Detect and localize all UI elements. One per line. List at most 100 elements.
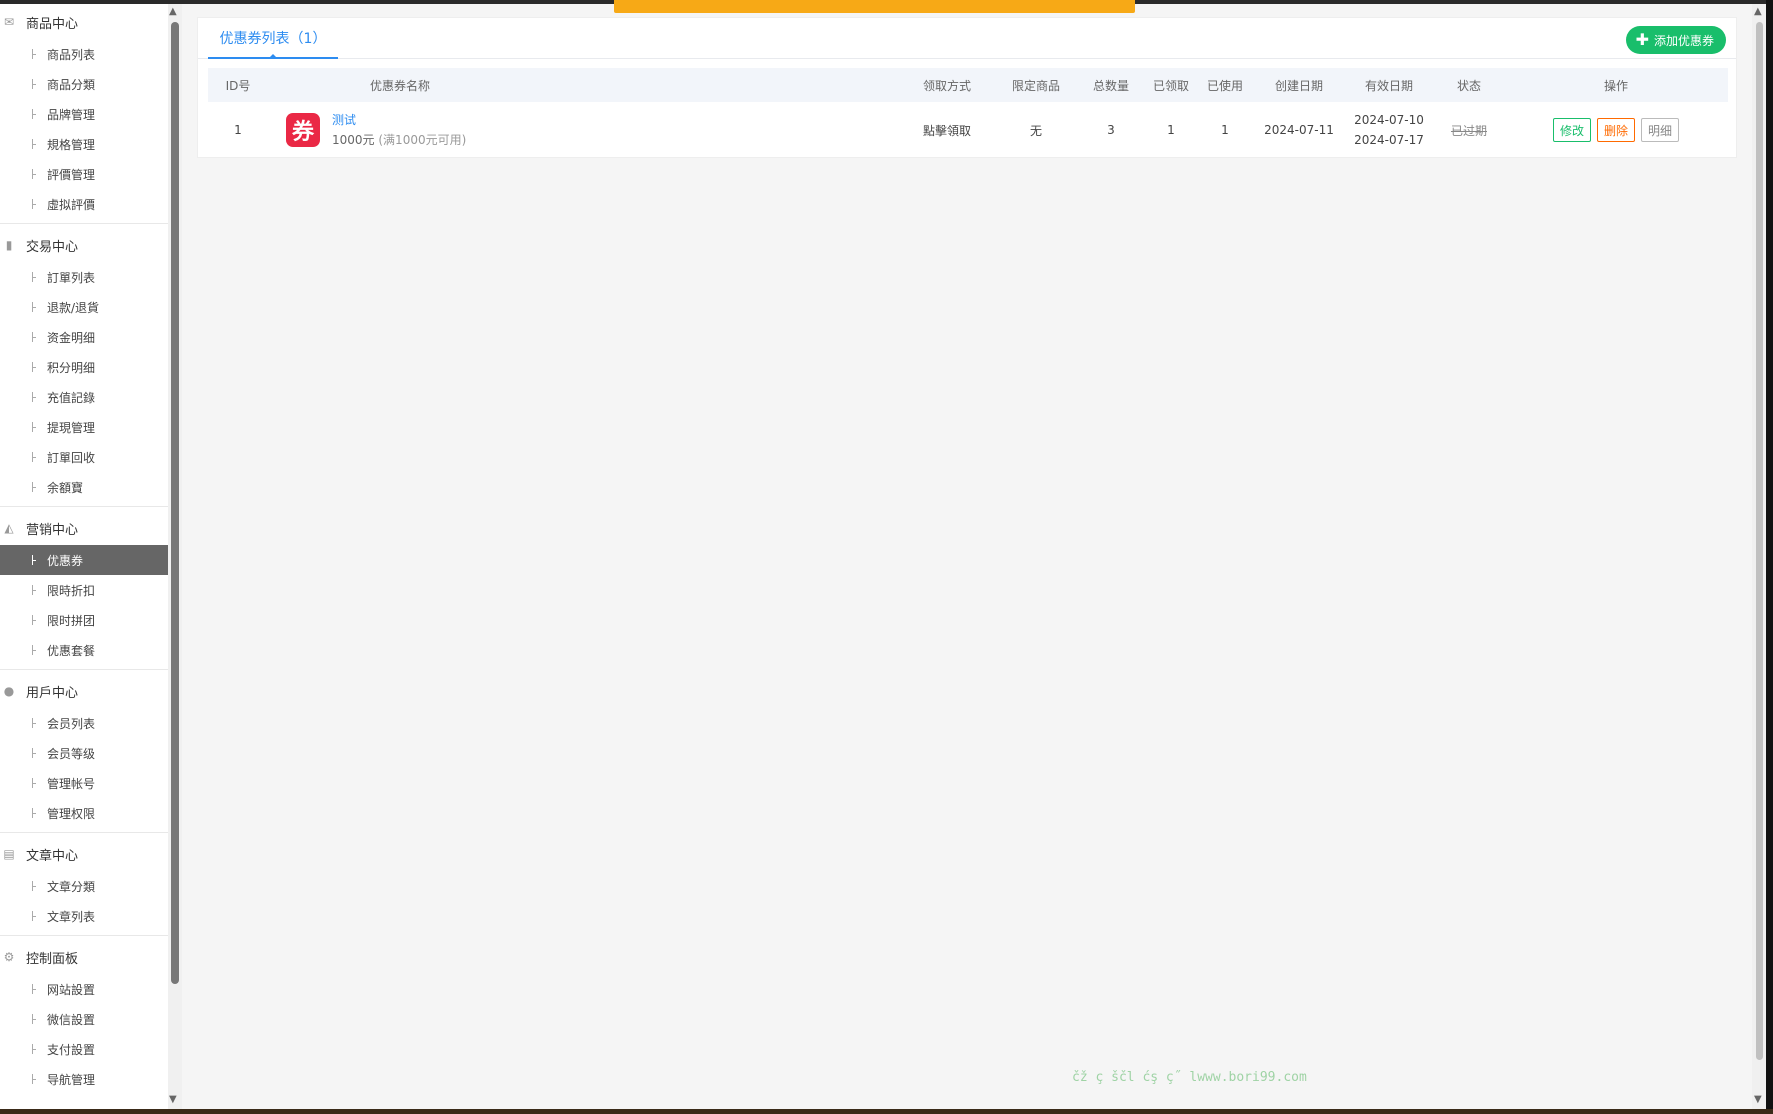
coupon-table: ID号 优惠券名称 领取方式 限定商品 总数量 已领取 已使用 创建日期 有效日… (208, 68, 1728, 158)
sidebar-item[interactable]: 会员列表 (0, 708, 168, 738)
valid-from: 2024-07-10 (1354, 113, 1424, 127)
add-coupon-button[interactable]: ✚ 添加优惠券 (1625, 26, 1726, 54)
sidebar-item[interactable]: 商品分類 (0, 69, 168, 99)
bottom-strip (0, 1109, 1773, 1114)
plus-icon: ✚ (1635, 30, 1649, 49)
sidebar-group-title: 交易中心 (26, 239, 79, 255)
sidebar-item[interactable]: 微信設置 (0, 1004, 168, 1034)
tab-coupon-list[interactable]: 优惠券列表（1） (208, 18, 338, 59)
coupon-panel: 优惠券列表（1） ✚ 添加优惠券 ID号 优惠券名称 领取方式 限定商品 总数量… (197, 17, 1737, 158)
sidebar-item[interactable]: 支付設置 (0, 1034, 168, 1064)
sidebar-item[interactable]: 品牌管理 (0, 99, 168, 129)
tree-branch-icon (32, 1014, 36, 1024)
edit-button[interactable]: 修改 (1552, 118, 1591, 142)
cell-used: 1 (1221, 123, 1229, 137)
top-accent-bar (614, 0, 1135, 13)
col-method: 领取方式 (898, 68, 996, 102)
tree-branch-icon (32, 718, 36, 728)
main-scroll-up-arrow-icon[interactable]: ▲ (1754, 6, 1762, 17)
sidebar-item-label: 虛拟評價 (47, 197, 96, 212)
col-limit-goods: 限定商品 (996, 68, 1076, 102)
sidebar-group-0[interactable]: ✉ 商品中心 (0, 5, 168, 39)
col-total: 总数量 (1076, 68, 1146, 102)
scroll-down-arrow-icon[interactable]: ▼ (169, 1094, 177, 1105)
cell-limit-goods: 无 (1029, 123, 1042, 138)
sidebar-item[interactable]: 优惠套餐 (0, 635, 168, 665)
main-scrollbar-thumb[interactable] (1756, 22, 1763, 1060)
sidebar-item[interactable]: 退款/退貨 (0, 292, 168, 322)
tree-branch-icon (32, 585, 36, 595)
tree-branch-icon (32, 332, 36, 342)
tree-branch-icon (32, 109, 36, 119)
col-status: 状态 (1434, 68, 1504, 102)
sidebar-item[interactable]: 商品列表 (0, 39, 168, 69)
detail-button[interactable]: 明细 (1641, 118, 1680, 142)
sidebar-item-label: 限时拼团 (47, 613, 96, 628)
delete-button[interactable]: 删除 (1596, 118, 1635, 142)
valid-to: 2024-07-17 (1354, 133, 1424, 147)
sidebar-group-title: 用戶中心 (26, 685, 79, 701)
status-badge: 已过期 (1450, 123, 1487, 138)
tree-branch-icon (32, 482, 36, 492)
sidebar-divider (0, 506, 168, 507)
tree-branch-icon (32, 555, 36, 565)
tree-branch-icon (32, 139, 36, 149)
sidebar-item[interactable]: 管理权限 (0, 798, 168, 828)
sidebar-item[interactable]: 規格管理 (0, 129, 168, 159)
sidebar-item-label: 限時折扣 (47, 583, 96, 598)
sidebar-item[interactable]: 提現管理 (0, 412, 168, 442)
sidebar-item[interactable]: 文章分類 (0, 871, 168, 901)
tree-branch-icon (32, 49, 36, 59)
sidebar-item-label: 提現管理 (47, 420, 96, 435)
tree-branch-icon (32, 199, 36, 209)
sidebar-item[interactable]: 优惠券 (0, 545, 168, 575)
tree-branch-icon (32, 1044, 36, 1054)
sidebar-item-label: 会员列表 (47, 716, 96, 731)
sidebar-item[interactable]: 訂單回收 (0, 442, 168, 472)
sidebar-item-label: 导航管理 (47, 1072, 96, 1087)
col-name: 优惠券名称 (268, 68, 898, 102)
sidebar-item[interactable]: 文章列表 (0, 901, 168, 931)
sidebar-group-3[interactable]: ● 用戶中心 (0, 674, 168, 708)
coupon-badge-icon: 券 (286, 113, 320, 147)
sidebar-item-label: 規格管理 (47, 137, 96, 152)
sidebar-group-2[interactable]: ◭ 营销中心 (0, 511, 168, 545)
sidebar-group-1[interactable]: ▮ 交易中心 (0, 228, 168, 262)
sidebar-item-label: 网站設置 (47, 982, 96, 997)
tree-branch-icon (32, 302, 36, 312)
sidebar-group-4[interactable]: ▤ 文章中心 (0, 837, 168, 871)
sidebar-item[interactable]: 导航管理 (0, 1064, 168, 1094)
sidebar-item[interactable]: 限時折扣 (0, 575, 168, 605)
tree-branch-icon (32, 1074, 36, 1084)
tree-branch-icon (32, 778, 36, 788)
sidebar: ✉ 商品中心商品列表商品分類 品牌管理規格管理評價管理虛拟評價 ▮ 交易中心 訂單列表 退款… (0, 4, 168, 1110)
sidebar-item[interactable]: 资金明细 (0, 322, 168, 352)
sidebar-item[interactable]: 积分明细 (0, 352, 168, 382)
sidebar-item[interactable]: 虛拟評價 (0, 189, 168, 219)
sidebar-item-label: 評價管理 (47, 167, 96, 182)
tree-branch-icon (32, 645, 36, 655)
scroll-up-arrow-icon[interactable]: ▲ (169, 6, 177, 17)
cell-ops: 修改 删除 明细 (1504, 102, 1728, 158)
sidebar-item[interactable]: 限时拼团 (0, 605, 168, 635)
cell-id: 1 (234, 123, 242, 137)
sidebar-group-title: 商品中心 (26, 16, 79, 32)
cell-method: 點擊領取 (922, 123, 971, 138)
sidebar-item[interactable]: 会员等级 (0, 738, 168, 768)
sidebar-item[interactable]: 网站設置 (0, 974, 168, 1004)
coupon-amount: 1000元 (满1000元可用) (332, 130, 466, 150)
coupon-name-link[interactable]: 测试 (332, 110, 466, 130)
sidebar-item[interactable]: 管理帐号 (0, 768, 168, 798)
user-icon: ● (3, 684, 15, 698)
sidebar-item-label: 商品列表 (47, 47, 96, 62)
table-header-row: ID号 优惠券名称 领取方式 限定商品 总数量 已领取 已使用 创建日期 有效日… (208, 68, 1728, 102)
sidebar-item[interactable]: 評價管理 (0, 159, 168, 189)
sidebar-item[interactable]: 訂單列表 (0, 262, 168, 292)
sidebar-item[interactable]: 余額寶 (0, 472, 168, 502)
main-scroll-down-arrow-icon[interactable]: ▼ (1754, 1094, 1762, 1105)
sidebar-item[interactable]: 充值記錄 (0, 382, 168, 412)
sidebar-group-5[interactable]: ⚙ 控制面板 (0, 940, 168, 974)
col-received: 已领取 (1146, 68, 1196, 102)
sidebar-scrollbar-thumb[interactable] (171, 22, 179, 984)
cell-received: 1 (1167, 123, 1175, 137)
